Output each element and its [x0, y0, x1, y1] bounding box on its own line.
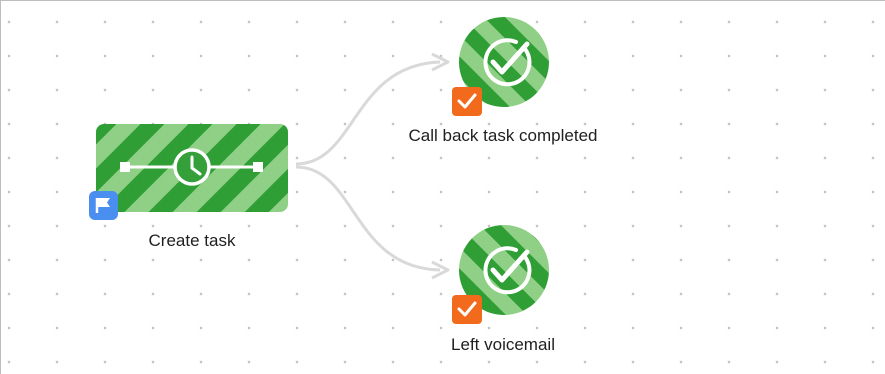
node-label-call-back: Call back task completed — [408, 126, 598, 145]
checkbox-icon — [452, 87, 482, 116]
flag-icon — [89, 191, 118, 220]
node-label-create-task: Create task — [148, 231, 236, 250]
node-create-task[interactable] — [89, 124, 288, 220]
diagram-svg — [89, 17, 549, 324]
node-voicemail[interactable] — [452, 225, 549, 324]
connector-to-voicemail[interactable] — [295, 165, 441, 272]
node-call-back[interactable] — [452, 17, 549, 116]
connector-to-call-back[interactable] — [295, 60, 441, 166]
node-label-voicemail: Left voicemail — [451, 335, 555, 354]
checkbox-icon — [452, 295, 482, 324]
